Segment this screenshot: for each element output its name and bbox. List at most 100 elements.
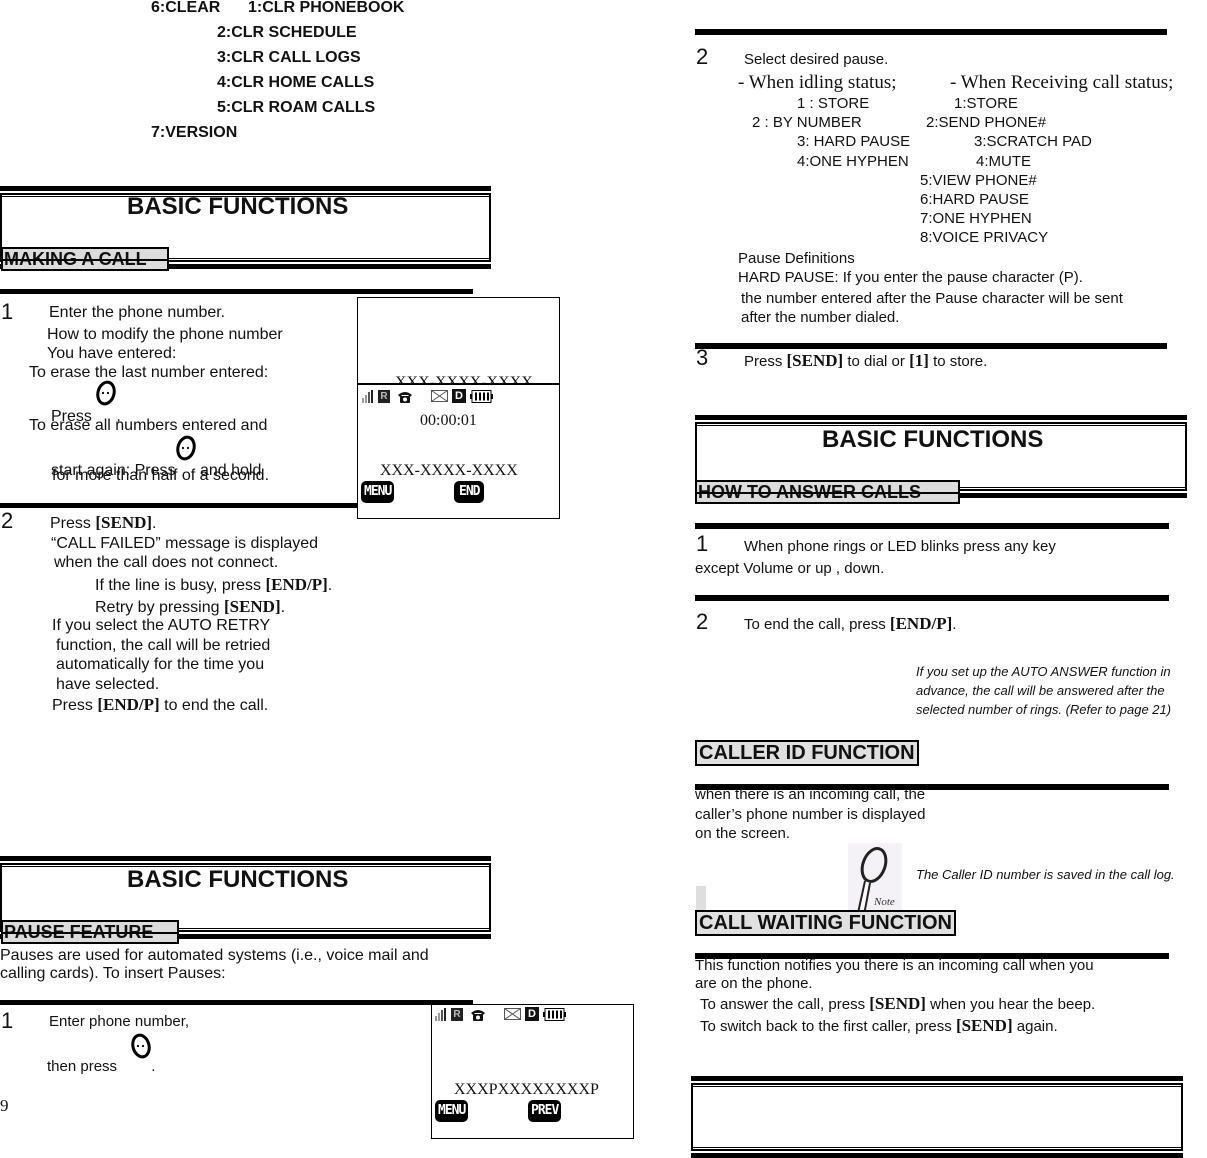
step-text: If the line is busy, press [END/P]. xyxy=(95,575,332,595)
text: To end the call, press xyxy=(744,616,886,633)
section-title: BASIC FUNCTIONS xyxy=(127,193,349,220)
phone-display: R D XXXPXXXXXXXXP MENU PREV xyxy=(431,1004,634,1139)
menu-item: 1:CLR PHONEBOOK xyxy=(248,0,405,16)
step-text: When phone rings or LED blinks press any… xyxy=(744,538,1056,555)
step-text: How to modify the phone number xyxy=(47,326,283,343)
send-key-label: [SEND] xyxy=(786,351,844,370)
step-text: Enter phone number, xyxy=(49,1013,190,1030)
text: Retry by pressing xyxy=(95,599,220,616)
step-number: 2 xyxy=(696,609,709,634)
magnifier-icon: Note xyxy=(856,847,895,917)
text: Press xyxy=(52,697,93,714)
paragraph: Pauses are used for automated systems (i… xyxy=(0,947,429,964)
call-waiting-heading: CALL WAITING FUNCTION xyxy=(695,910,956,936)
definition-text: the number entered after the Pause chara… xyxy=(741,290,1123,307)
idle-option: 1 : STORE xyxy=(797,95,870,112)
step-text: To erase all numbers entered and xyxy=(29,417,268,434)
paragraph: To answer the call, press [SEND] when yo… xyxy=(700,994,1095,1014)
step-text: when the call does not connect. xyxy=(54,554,279,571)
receiving-option: 5:VIEW PHONE# xyxy=(920,172,1037,189)
step-divider xyxy=(0,289,473,294)
idle-option: 3: HARD PAUSE xyxy=(797,133,911,150)
status-icons: R D xyxy=(435,1007,567,1021)
softkey-end[interactable]: END xyxy=(454,481,485,503)
roaming-icon: R xyxy=(451,1007,463,1021)
paragraph: on the screen. xyxy=(695,825,791,842)
phone-display: XXX-XXXX-XXXX R D 00:00:01 XXX-XXXX-XXXX… xyxy=(357,297,560,519)
end-key-label: [END/P] xyxy=(265,575,328,594)
softkey-menu[interactable]: MENU xyxy=(435,1100,469,1122)
one-key-label: [1] xyxy=(909,351,929,370)
menu-item: 2:CLR SCHEDULE xyxy=(217,24,357,41)
step-divider xyxy=(695,595,1169,601)
step-number: 1 xyxy=(1,299,14,324)
dialed-number: XXXPXXXXXXXXP xyxy=(454,1081,599,1098)
roaming-icon: R xyxy=(378,389,390,403)
paragraph: This function notifies you there is an i… xyxy=(695,957,1094,974)
step-number: 2 xyxy=(1,508,14,533)
step-text: function, the call will be retried xyxy=(56,637,271,654)
receiving-option: 3:SCRATCH PAD xyxy=(974,133,1092,150)
clear-key-icon xyxy=(96,380,117,406)
receiving-option: 8:VOICE PRIVACY xyxy=(920,229,1049,246)
text: Press xyxy=(50,515,91,532)
note-line: advance, the call will be answered after… xyxy=(916,683,1165,698)
menu-clear: 6:CLEAR xyxy=(151,0,221,16)
press-line: Press , xyxy=(51,380,121,425)
signal-icon xyxy=(362,389,373,403)
step-text: then press . xyxy=(47,1033,155,1075)
send-key-label: [SEND] xyxy=(95,513,153,532)
note-line: If you set up the AUTO ANSWER function i… xyxy=(916,664,1171,679)
text: . xyxy=(151,1058,156,1075)
step-divider xyxy=(695,29,1167,35)
pause-key-icon xyxy=(131,1033,151,1059)
step-title: Select desired pause. xyxy=(744,51,889,68)
receiving-option: 1:STORE xyxy=(954,95,1018,112)
note-icon-label: Note xyxy=(873,896,895,908)
receiving-option: 6:HARD PAUSE xyxy=(920,191,1029,208)
paragraph: calling cards). To insert Pauses: xyxy=(0,965,226,982)
softkey-menu[interactable]: MENU xyxy=(361,481,395,503)
step-text: Press [END/P] to end the call. xyxy=(52,695,268,715)
send-key-label: [SEND] xyxy=(955,1016,1013,1035)
text: . xyxy=(952,616,957,633)
idle-heading: - When idling status; xyxy=(738,72,897,93)
text: to dial or xyxy=(847,353,905,370)
end-key-label: [END/P] xyxy=(97,695,160,714)
top-number: XXX-XXXX-XXXX xyxy=(395,374,533,383)
step-text: “CALL FAILED” message is displayed xyxy=(51,535,319,552)
step-divider xyxy=(695,523,1169,529)
text: Press xyxy=(744,353,783,370)
message-icon xyxy=(504,1008,521,1020)
note-icon: Note xyxy=(848,843,902,919)
clear-key-icon xyxy=(175,435,196,461)
step-number: 1 xyxy=(1,1008,14,1033)
battery-icon xyxy=(470,389,493,403)
step-text: You have entered: xyxy=(47,345,177,362)
send-key-label: [SEND] xyxy=(223,597,281,616)
data-icon: D xyxy=(525,1007,539,1021)
definition-text: after the number dialed. xyxy=(741,309,900,326)
call-timer: 00:00:01 xyxy=(420,412,477,429)
text: to store. xyxy=(933,353,988,370)
caller-id-note: The Caller ID number is saved in the cal… xyxy=(916,867,1175,882)
text: To answer the call, press xyxy=(700,996,866,1013)
menu-version: 7:VERSION xyxy=(151,124,238,141)
section-title: BASIC FUNCTIONS xyxy=(127,866,349,893)
text: again. xyxy=(1016,1018,1058,1035)
page-number: 9 xyxy=(0,1096,9,1115)
send-key-label: [SEND] xyxy=(869,994,926,1013)
phone-icon xyxy=(471,1009,485,1021)
auto-answer-note: If you set up the AUTO ANSWER function i… xyxy=(916,662,1171,719)
definitions-title: Pause Definitions xyxy=(738,250,855,267)
step-text: except Volume or up , down. xyxy=(695,560,885,577)
softkey-prev[interactable]: PREV xyxy=(528,1100,562,1122)
step-divider xyxy=(695,343,1167,349)
receiving-option: 2:SEND PHONE# xyxy=(926,114,1047,131)
text: to end the call. xyxy=(164,697,269,714)
status-icons: R D xyxy=(362,389,494,403)
step-divider xyxy=(0,503,358,508)
step-text: automatically for the time you xyxy=(56,656,265,673)
data-icon: D xyxy=(452,389,466,403)
step-text: Retry by pressing [SEND]. xyxy=(95,597,285,617)
